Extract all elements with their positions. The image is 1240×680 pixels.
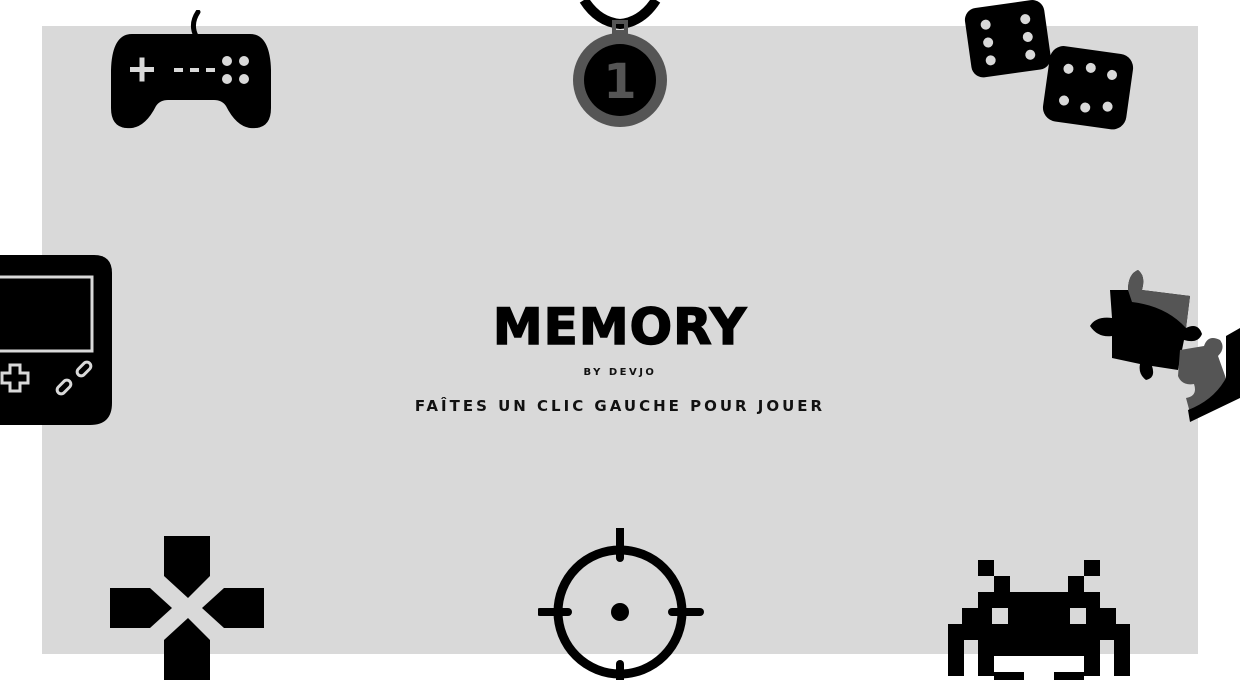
play-instruction: FAÎTES UN CLIC GAUCHE POUR JOUER: [414, 397, 826, 415]
dpad-icon: [110, 536, 264, 680]
gamepad-icon: [111, 10, 271, 129]
game-title: MEMORY: [492, 297, 748, 357]
medal-icon: 1: [573, 0, 667, 127]
space-invader-icon: [948, 560, 1130, 680]
crosshair-icon: [538, 528, 704, 680]
start-prompt[interactable]: MEMORY BY DEVJO FAÎTES UN CLIC GAUCHE PO…: [0, 292, 1240, 416]
dice-icon: [964, 0, 1134, 130]
medal-number: 1: [603, 54, 636, 110]
author-byline: BY DEVJO: [583, 367, 657, 378]
